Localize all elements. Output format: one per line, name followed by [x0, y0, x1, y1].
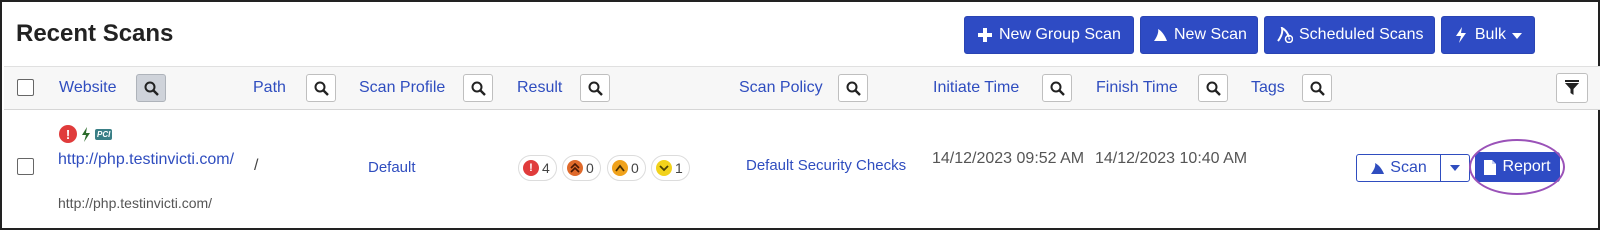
column-header-result[interactable]: Result — [517, 79, 562, 97]
search-icon — [588, 81, 603, 96]
medium-count-badge[interactable]: 0 — [607, 155, 646, 181]
new-group-scan-button[interactable]: New Group Scan — [964, 16, 1134, 54]
new-group-scan-label: New Group Scan — [999, 26, 1121, 43]
website-flags: ! PCI — [59, 125, 113, 143]
scan-dropdown-toggle[interactable] — [1440, 154, 1470, 182]
new-scan-button[interactable]: New Scan — [1140, 16, 1258, 54]
high-count: 0 — [586, 160, 594, 176]
error-icon: ! — [59, 125, 77, 143]
shark-fin-icon — [1371, 162, 1385, 174]
column-filter-button[interactable] — [1556, 73, 1588, 103]
column-header-scan-policy[interactable]: Scan Policy — [739, 79, 823, 97]
column-header-initiate-time[interactable]: Initiate Time — [933, 79, 1019, 97]
low-count-badge[interactable]: 1 — [651, 155, 690, 181]
initiate-time-value: 14/12/2023 09:52 AM — [932, 150, 1085, 167]
medium-severity-icon — [612, 160, 628, 176]
column-header-scan-profile[interactable]: Scan Profile — [359, 79, 445, 97]
select-all-checkbox[interactable] — [17, 79, 34, 96]
column-header-website[interactable]: Website — [59, 79, 117, 97]
scan-profile-link[interactable]: Default — [368, 159, 416, 176]
column-header-tags[interactable]: Tags — [1251, 79, 1285, 97]
initiate-time-search-button[interactable] — [1042, 74, 1072, 102]
caret-down-icon — [1450, 165, 1460, 171]
low-count: 1 — [675, 160, 683, 176]
search-icon — [144, 81, 159, 96]
result-search-button[interactable] — [580, 74, 610, 102]
report-button[interactable]: Report — [1475, 152, 1560, 182]
bulk-button[interactable]: Bulk — [1441, 16, 1535, 54]
path-search-button[interactable] — [306, 74, 336, 102]
scheduled-scans-button[interactable]: Scheduled Scans — [1264, 16, 1435, 54]
scan-policy-link[interactable]: Default Security Checks — [746, 157, 906, 174]
scan-policy-search-button[interactable] — [838, 74, 868, 102]
recent-scans-panel: Recent Scans New Group Scan New Scan Sch… — [0, 0, 1600, 230]
search-icon — [314, 81, 329, 96]
website-link[interactable]: http://php.testinvicti.com/ — [58, 149, 236, 171]
filter-icon — [1565, 80, 1579, 95]
scheduled-scans-label: Scheduled Scans — [1299, 26, 1424, 43]
bolt-icon — [82, 126, 90, 142]
table-header-row: Website Path Scan Profile Result Scan Po… — [4, 66, 1600, 110]
search-icon — [1310, 81, 1325, 96]
path-value: / — [254, 157, 259, 174]
scan-button-label: Scan — [1390, 159, 1427, 176]
search-icon — [1050, 81, 1065, 96]
row-checkbox[interactable] — [17, 158, 34, 175]
search-icon — [846, 81, 861, 96]
search-icon — [1206, 81, 1221, 96]
tags-search-button[interactable] — [1302, 74, 1332, 102]
report-button-label: Report — [1502, 158, 1551, 175]
high-severity-icon — [567, 160, 583, 176]
column-header-finish-time[interactable]: Finish Time — [1096, 79, 1178, 97]
finish-time-value: 14/12/2023 10:40 AM — [1095, 150, 1248, 167]
search-icon — [471, 81, 486, 96]
critical-severity-icon: ! — [523, 160, 539, 176]
finish-time-search-button[interactable] — [1198, 74, 1228, 102]
column-header-path[interactable]: Path — [253, 79, 286, 97]
scan-button[interactable]: Scan — [1356, 154, 1441, 182]
page-title: Recent Scans — [16, 20, 174, 47]
document-icon — [1484, 159, 1497, 175]
critical-count-badge[interactable]: ! 4 — [518, 155, 557, 181]
website-search-button[interactable] — [136, 74, 166, 102]
new-scan-label: New Scan — [1174, 26, 1247, 43]
table-row: ! PCI http://php.testinvicti.com/ http:/… — [4, 111, 1600, 230]
scheduled-icon — [1277, 27, 1293, 43]
caret-down-icon — [1512, 26, 1522, 44]
bulk-label: Bulk — [1474, 26, 1506, 43]
website-subtitle: http://php.testinvicti.com/ — [58, 195, 213, 211]
bolt-icon — [1454, 27, 1469, 43]
high-count-badge[interactable]: 0 — [562, 155, 601, 181]
pci-icon: PCI — [95, 128, 113, 140]
shark-fin-icon — [1153, 27, 1168, 43]
critical-count: 4 — [542, 160, 550, 176]
low-severity-icon — [656, 160, 672, 176]
plus-icon — [977, 27, 993, 43]
scan-profile-search-button[interactable] — [463, 74, 493, 102]
medium-count: 0 — [631, 160, 639, 176]
